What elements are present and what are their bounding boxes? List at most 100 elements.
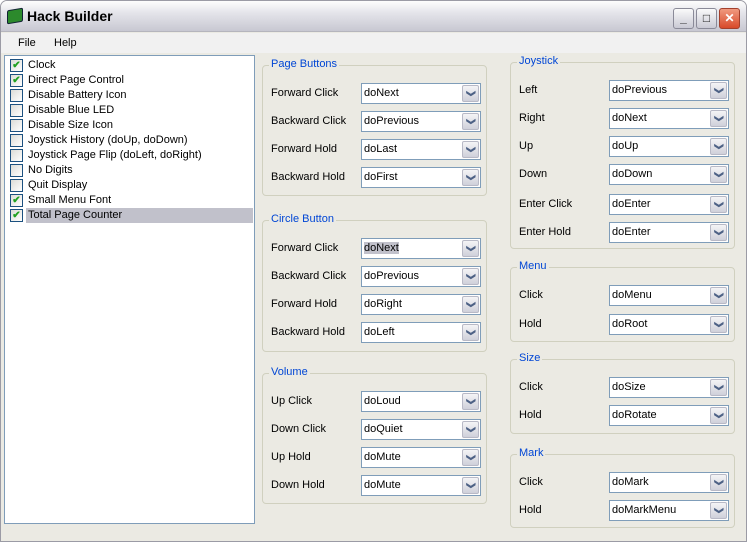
hack-item[interactable]: ✔ Small Menu Font: [8, 193, 253, 208]
group-title: Mark: [517, 447, 546, 459]
dropdown-value: doFirst: [364, 171, 398, 183]
chevron-down-icon[interactable]: ❯: [710, 138, 727, 155]
checkbox[interactable]: ✔: [10, 194, 23, 207]
dropdown-value: doNext: [364, 87, 399, 99]
row-label: Click: [519, 289, 543, 301]
joystick-group: Joystick Left doPrevious ❯ Right doNext ❯ Up doU…: [510, 55, 735, 249]
dropdown-value: doLast: [364, 143, 398, 155]
checkbox[interactable]: [10, 104, 23, 117]
chevron-down-icon[interactable]: ❯: [462, 296, 479, 313]
chevron-down-icon[interactable]: ❯: [710, 316, 727, 333]
chevron-down-icon[interactable]: ❯: [462, 324, 479, 341]
action-dropdown[interactable]: doUp ❯: [609, 136, 729, 157]
chevron-down-icon[interactable]: ❯: [462, 113, 479, 130]
group-title: Menu: [517, 260, 549, 272]
action-dropdown[interactable]: doPrevious ❯: [361, 111, 481, 132]
circle-button-group: Circle Button Forward Click doNext ❯ Backwar…: [262, 213, 487, 352]
chevron-down-icon[interactable]: ❯: [710, 196, 727, 213]
hack-checklist[interactable]: ✔ Clock ✔ Direct Page Control Disable Batter…: [4, 55, 255, 524]
action-dropdown[interactable]: doQuiet ❯: [361, 419, 481, 440]
chevron-down-icon[interactable]: ❯: [462, 421, 479, 438]
row-label: Hold: [519, 409, 542, 421]
hack-item[interactable]: Disable Blue LED: [8, 103, 253, 118]
chevron-down-icon[interactable]: ❯: [462, 449, 479, 466]
close-button[interactable]: ✕: [719, 8, 740, 29]
action-dropdown[interactable]: doNext ❯: [361, 83, 481, 104]
checkbox[interactable]: [10, 179, 23, 192]
hack-item[interactable]: Disable Size Icon: [8, 118, 253, 133]
action-dropdown[interactable]: doRight ❯: [361, 294, 481, 315]
dropdown-value: doLoud: [364, 395, 401, 407]
chevron-down-icon[interactable]: ❯: [710, 224, 727, 241]
action-dropdown[interactable]: doPrevious ❯: [361, 266, 481, 287]
action-dropdown[interactable]: doFirst ❯: [361, 167, 481, 188]
menu-group: Menu Click doMenu ❯ Hold doRoot ❯: [510, 260, 735, 342]
menu-file[interactable]: File: [18, 37, 36, 49]
mark-group: Mark Click doMark ❯ Hold doMarkMenu ❯: [510, 447, 735, 528]
row-label: Enter Hold: [519, 226, 571, 238]
checkbox[interactable]: [10, 149, 23, 162]
hack-item[interactable]: Quit Display: [8, 178, 253, 193]
hack-item[interactable]: ✔ Total Page Counter: [8, 208, 253, 223]
action-dropdown[interactable]: doEnter ❯: [609, 222, 729, 243]
chevron-down-icon[interactable]: ❯: [462, 477, 479, 494]
action-dropdown[interactable]: doRoot ❯: [609, 314, 729, 335]
action-dropdown[interactable]: doSize ❯: [609, 377, 729, 398]
chevron-down-icon[interactable]: ❯: [462, 393, 479, 410]
action-dropdown[interactable]: doMenu ❯: [609, 285, 729, 306]
chevron-down-icon[interactable]: ❯: [710, 82, 727, 99]
menu-help[interactable]: Help: [54, 37, 77, 49]
action-dropdown[interactable]: doRotate ❯: [609, 405, 729, 426]
group-title: Volume: [269, 366, 310, 378]
chevron-down-icon[interactable]: ❯: [710, 502, 727, 519]
chevron-down-icon[interactable]: ❯: [462, 169, 479, 186]
action-dropdown[interactable]: doNext ❯: [361, 238, 481, 259]
checkbox[interactable]: [10, 89, 23, 102]
checkbox[interactable]: [10, 164, 23, 177]
chevron-down-icon[interactable]: ❯: [462, 85, 479, 102]
action-dropdown[interactable]: doDown ❯: [609, 164, 729, 185]
action-dropdown[interactable]: doMute ❯: [361, 447, 481, 468]
action-dropdown[interactable]: doNext ❯: [609, 108, 729, 129]
checkbox[interactable]: [10, 119, 23, 132]
chevron-down-icon[interactable]: ❯: [462, 141, 479, 158]
hack-item[interactable]: Joystick Page Flip (doLeft, doRight): [8, 148, 253, 163]
hack-item[interactable]: Joystick History (doUp, doDown): [8, 133, 253, 148]
page-buttons-group: Page Buttons Forward Click doNext ❯ Backward…: [262, 58, 487, 196]
action-dropdown[interactable]: doLoud ❯: [361, 391, 481, 412]
row-label: Forward Hold: [271, 143, 338, 155]
action-dropdown[interactable]: doLast ❯: [361, 139, 481, 160]
row-label: Backward Click: [271, 270, 347, 282]
action-dropdown[interactable]: doMarkMenu ❯: [609, 500, 729, 521]
chevron-down-icon[interactable]: ❯: [710, 166, 727, 183]
chevron-down-icon[interactable]: ❯: [710, 287, 727, 304]
chevron-down-icon[interactable]: ❯: [462, 268, 479, 285]
row-label: Backward Hold: [271, 326, 345, 338]
chevron-down-icon[interactable]: ❯: [710, 110, 727, 127]
hack-label: Disable Blue LED: [28, 104, 115, 116]
chevron-down-icon[interactable]: ❯: [710, 474, 727, 491]
dropdown-value: doLeft: [364, 326, 395, 338]
hack-item[interactable]: Disable Battery Icon: [8, 88, 253, 103]
action-dropdown[interactable]: doMute ❯: [361, 475, 481, 496]
action-dropdown[interactable]: doLeft ❯: [361, 322, 481, 343]
checkbox[interactable]: [10, 134, 23, 147]
group-title: Circle Button: [269, 213, 336, 225]
maximize-button[interactable]: □: [696, 8, 717, 29]
chevron-down-icon[interactable]: ❯: [462, 240, 479, 257]
checkbox[interactable]: ✔: [10, 59, 23, 72]
hack-label: Small Menu Font: [28, 194, 112, 206]
checkbox[interactable]: ✔: [10, 74, 23, 87]
hack-item[interactable]: ✔ Clock: [8, 58, 253, 73]
hack-item[interactable]: ✔ Direct Page Control: [8, 73, 253, 88]
app-window: Hack Builder _ □ ✕ File Help ✔ Clock ✔ Dire…: [0, 0, 747, 542]
hack-item[interactable]: No Digits: [8, 163, 253, 178]
chevron-down-icon[interactable]: ❯: [710, 379, 727, 396]
action-dropdown[interactable]: doPrevious ❯: [609, 80, 729, 101]
row-label: Down: [519, 168, 548, 180]
chevron-down-icon[interactable]: ❯: [710, 407, 727, 424]
action-dropdown[interactable]: doEnter ❯: [609, 194, 729, 215]
checkbox[interactable]: ✔: [10, 209, 23, 222]
action-dropdown[interactable]: doMark ❯: [609, 472, 729, 493]
minimize-button[interactable]: _: [673, 8, 694, 29]
